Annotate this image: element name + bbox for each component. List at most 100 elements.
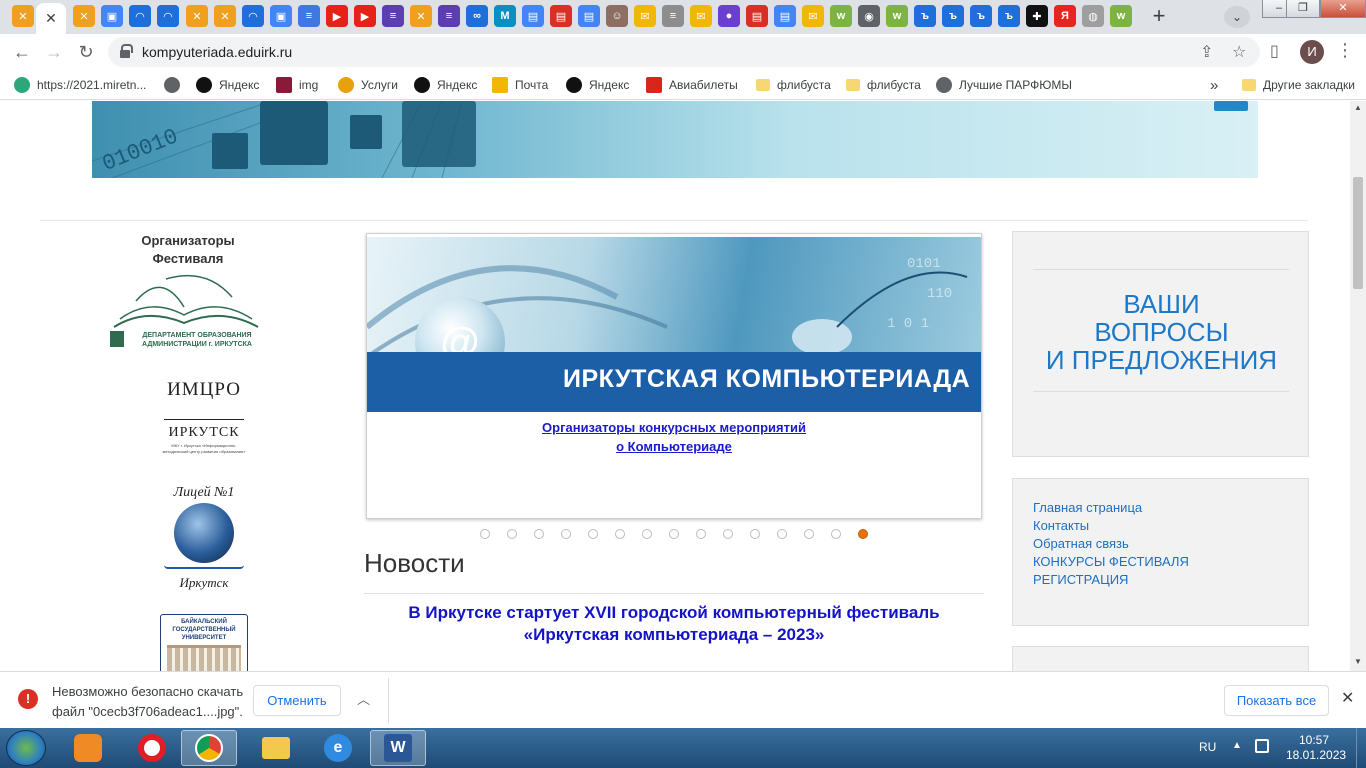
bookmark-folder[interactable]: флибуста [756,76,831,94]
bookmark-folder[interactable]: флибуста [846,76,921,94]
tab-active[interactable]: ✕ [36,3,66,34]
tab-search-chevron-icon[interactable]: ⌄ [1224,6,1250,28]
tab-favicon[interactable]: ◠ [242,5,264,27]
tab-favicon[interactable]: ◉ [858,5,880,27]
tab-favicon[interactable]: ▣ [101,5,123,27]
start-button[interactable] [6,730,46,766]
side-panel-icon[interactable]: ▯ [1270,41,1279,61]
bookmark-star-icon[interactable]: ☆ [1232,42,1246,62]
bookmark-item[interactable]: Яндекс [196,76,259,94]
menu-link-contacts[interactable]: Контакты [1033,518,1089,533]
tab-favicon[interactable]: ≡ [438,5,460,27]
tab-favicon[interactable]: ▶ [354,5,376,27]
tab-favicon[interactable]: ъ [970,5,992,27]
tab-favicon[interactable]: ъ [914,5,936,27]
tab-favicon[interactable]: ъ [998,5,1020,27]
bookmark-item[interactable]: https://2021.miretn... [14,76,146,94]
tab-favicon[interactable]: ◍ [1082,5,1104,27]
slider-dot[interactable] [858,529,868,539]
slider-dot[interactable] [588,529,598,539]
bookmark-item[interactable]: Лучшие ПАРФЮМЫ [936,76,1072,94]
slider-dot[interactable] [615,529,625,539]
tab-favicon[interactable]: ▤ [774,5,796,27]
tab-favicon[interactable]: ◠ [157,5,179,27]
action-center-flag-icon[interactable] [1255,739,1269,753]
tab-favicon[interactable]: ✉ [690,5,712,27]
menu-link-registration[interactable]: РЕГИСТРАЦИЯ [1033,572,1128,587]
slider-dot[interactable] [480,529,490,539]
share-icon[interactable]: ⇪ [1200,42,1213,62]
tab-favicon[interactable]: ☺ [606,5,628,27]
news-article-title-line1[interactable]: В Иркутске стартует XVII городской компь… [364,603,984,623]
tab-favicon[interactable]: ✕ [186,5,208,27]
bgu-logo[interactable]: БАЙКАЛЬСКИЙ ГОСУДАРСТВЕННЫЙ УНИВЕРСИТЕТ [160,614,248,671]
slider-dot[interactable] [696,529,706,539]
page-viewport[interactable]: 010010 Организаторы Фестиваля ДЕПАРТАМЕН… [0,101,1350,671]
tab-favicon[interactable]: ✕ [410,5,432,27]
news-article-title-line2[interactable]: «Иркутская компьютериада – 2023» [364,625,984,645]
address-bar[interactable]: kompyuteriada.eduirk.ru ⇪ ☆ [108,37,1260,67]
tab-close-icon[interactable]: ✕ [45,10,57,27]
tab-favicon[interactable]: ∞ [466,5,488,27]
tab-favicon[interactable]: ▣ [270,5,292,27]
tab-favicon[interactable]: ✉ [634,5,656,27]
bookmark-item[interactable]: Услуги [338,76,398,94]
lyceum-logo[interactable]: Лицей №1 Иркутск [160,485,248,593]
bookmark-item[interactable]: Яндекс [566,76,629,94]
slider-dot[interactable] [804,529,814,539]
forward-arrow-icon[interactable]: → [42,40,66,64]
clock[interactable]: 10:57 18.01.2023 [1286,733,1346,763]
page-scrollbar[interactable]: ▲ ▼ [1350,101,1366,671]
tab-favicon[interactable]: ✕ [214,5,236,27]
scroll-down-arrow-icon[interactable]: ▼ [1354,657,1362,666]
slider-dot[interactable] [642,529,652,539]
scrollbar-thumb[interactable] [1353,177,1363,289]
show-all-downloads-button[interactable]: Показать все [1224,685,1329,716]
taskbar-internet-explorer[interactable]: e [310,730,366,766]
url-text[interactable]: kompyuteriada.eduirk.ru [142,44,292,60]
tab-favicon[interactable]: ✕ [12,5,34,27]
reload-icon[interactable]: ↻ [74,40,98,64]
taskbar-explorer[interactable] [248,730,304,766]
slider-dot[interactable] [507,529,517,539]
back-arrow-icon[interactable]: ← [10,40,34,64]
tab-favicon[interactable]: ▤ [550,5,572,27]
tab-favicon[interactable]: ≡ [662,5,684,27]
tab-favicon[interactable]: ✕ [73,5,95,27]
new-tab-button[interactable]: + [1146,5,1172,29]
taskbar-chrome[interactable] [181,730,237,766]
slider-dot[interactable] [723,529,733,539]
tab-favicon[interactable]: ▤ [746,5,768,27]
show-desktop-button[interactable] [1356,728,1366,768]
tab-favicon[interactable]: ▤ [522,5,544,27]
bookmark-item[interactable]: Яндекс [414,76,477,94]
tab-favicon[interactable]: ▶ [326,5,348,27]
close-download-bar-icon[interactable]: ✕ [1341,688,1354,708]
tab-favicon[interactable]: Я [1054,5,1076,27]
slider-dot[interactable] [750,529,760,539]
more-bookmarks-button[interactable]: » [1210,76,1218,94]
image-slider[interactable]: 0101 110 1 0 1 @ ИРКУТСКАЯ КОМПЬЮТЕРИАДА О… [366,233,982,519]
menu-link-contests[interactable]: КОНКУРСЫ ФЕСТИВАЛЯ [1033,554,1189,569]
taskbar-opera[interactable] [124,730,180,766]
tab-favicon[interactable]: ≡ [382,5,404,27]
kebab-menu-icon[interactable]: ⋮ [1336,40,1354,61]
lock-icon[interactable] [120,44,133,58]
bookmark-item[interactable]: img [276,76,318,94]
language-indicator[interactable]: RU [1199,740,1216,754]
tab-favicon[interactable]: ✚ [1026,5,1048,27]
bookmark-item[interactable]: Авиабилеты [646,76,738,94]
tab-favicon[interactable]: w [886,5,908,27]
slider-dot[interactable] [534,529,544,539]
slider-dot[interactable] [561,529,571,539]
maximize-button[interactable]: ❐ [1286,0,1320,18]
taskbar-word[interactable]: W [370,730,426,766]
tab-favicon[interactable]: w [1110,5,1132,27]
tab-favicon[interactable]: ✉ [802,5,824,27]
slide-image[interactable]: 0101 110 1 0 1 @ ИРКУТСКАЯ КОМПЬЮТЕРИАДА [367,237,981,412]
slide-link-organizers[interactable]: Организаторы конкурсных мероприятий [367,420,981,435]
slider-dot[interactable] [831,529,841,539]
tab-favicon[interactable]: M [494,5,516,27]
bookmark-item[interactable]: Почта [492,76,548,94]
profile-avatar[interactable]: И [1300,40,1324,64]
